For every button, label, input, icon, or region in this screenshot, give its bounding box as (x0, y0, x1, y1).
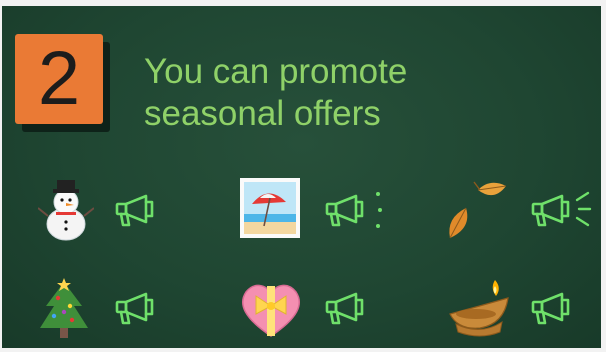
megaphone-icon (115, 292, 154, 325)
number-badge: 2 (15, 34, 103, 124)
heart-ribbon-icon (241, 284, 301, 337)
slide: 2 You can promote seasonal offers (2, 6, 601, 348)
christmas-tree-icon (40, 278, 88, 338)
headline-line-1: You can promote (144, 52, 408, 91)
headline-line-2: seasonal offers (144, 94, 381, 133)
sound-dots-icon (376, 192, 382, 228)
megaphone-icon (531, 292, 570, 325)
badge-number: 2 (37, 36, 81, 121)
megaphone-icon (115, 194, 154, 227)
diya-lamp-icon (449, 280, 509, 337)
megaphone-icon (325, 292, 364, 325)
falling-leaves-icon (449, 181, 507, 239)
snowman-icon (38, 180, 94, 241)
megaphone-icon (325, 194, 364, 227)
beach-picture-icon (240, 178, 300, 238)
sound-waves-icon (575, 191, 592, 227)
headline: You can promote seasonal offers (144, 51, 544, 135)
megaphone-icon (531, 194, 570, 227)
